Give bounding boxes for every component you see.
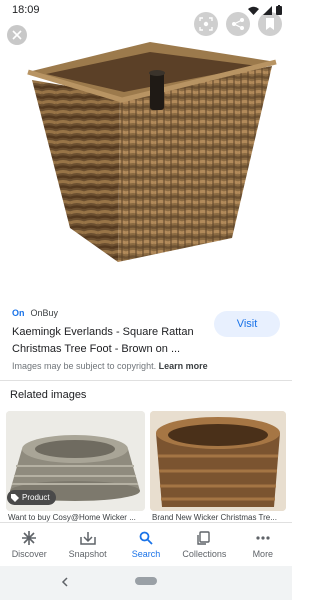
search-icon	[138, 530, 154, 546]
system-back-button[interactable]	[58, 575, 72, 589]
source-row[interactable]: On OnBuy	[12, 308, 58, 318]
related-image-1-caption[interactable]: Want to buy Cosy@Home Wicker ...	[8, 513, 146, 522]
system-navigation-bar	[0, 566, 292, 600]
status-time: 18:09	[12, 4, 40, 16]
tag-icon	[11, 493, 19, 502]
wifi-icon	[248, 6, 259, 15]
nav-search-label: Search	[131, 549, 161, 559]
result-title[interactable]: Kaemingk Everlands - Square Rattan Chris…	[12, 324, 207, 358]
learn-more-link[interactable]: Learn more	[159, 361, 208, 371]
copyright-text: Images may be subject to copyright.	[12, 361, 157, 371]
close-icon	[12, 30, 22, 40]
chevron-left-icon	[61, 577, 68, 587]
related-image-2-caption[interactable]: Brand New Wicker Christmas Tre...	[152, 513, 286, 522]
copyright-notice: Images may be subject to copyright. Lear…	[12, 361, 208, 371]
source-name: OnBuy	[30, 308, 59, 318]
source-logo: On	[12, 308, 25, 318]
nav-more[interactable]: More	[234, 523, 292, 566]
status-icons	[248, 5, 282, 15]
related-image-2[interactable]	[150, 411, 286, 511]
asterisk-icon	[21, 530, 37, 546]
nav-snapshot[interactable]: Snapshot	[58, 523, 116, 566]
divider	[0, 380, 292, 381]
nav-discover-label: Discover	[11, 549, 47, 559]
related-images-heading: Related images	[10, 389, 87, 401]
rattan-basket-image	[27, 42, 277, 262]
nav-snapshot-label: Snapshot	[68, 549, 107, 559]
status-bar: 18:09	[0, 0, 292, 20]
source-card[interactable]: On OnBuy Kaemingk Everlands - Square Rat…	[0, 300, 292, 382]
image-viewer-page: 18:09 On OnBuy Kaemingk Everlands - Squa…	[0, 0, 292, 600]
nav-more-label: More	[252, 549, 274, 559]
signal-icon	[263, 5, 272, 15]
nav-discover[interactable]: Discover	[0, 523, 58, 566]
nav-collections-label: Collections	[182, 549, 227, 559]
collections-icon	[196, 530, 212, 546]
close-button[interactable]	[7, 25, 27, 45]
nav-collections[interactable]: Collections	[175, 523, 233, 566]
snapshot-tray-icon	[79, 530, 96, 546]
hero-image-area[interactable]	[0, 0, 292, 290]
more-dots-icon	[255, 530, 271, 546]
battery-icon	[276, 5, 282, 15]
brown-wicker-basket-image	[150, 411, 286, 511]
product-badge: Product	[7, 490, 56, 505]
nav-search[interactable]: Search	[117, 523, 175, 566]
system-home-pill[interactable]	[135, 577, 157, 585]
product-badge-label: Product	[22, 493, 50, 502]
visit-button[interactable]: Visit	[214, 311, 280, 337]
bottom-navigation: Discover Snapshot Search Collections Mor…	[0, 522, 292, 566]
